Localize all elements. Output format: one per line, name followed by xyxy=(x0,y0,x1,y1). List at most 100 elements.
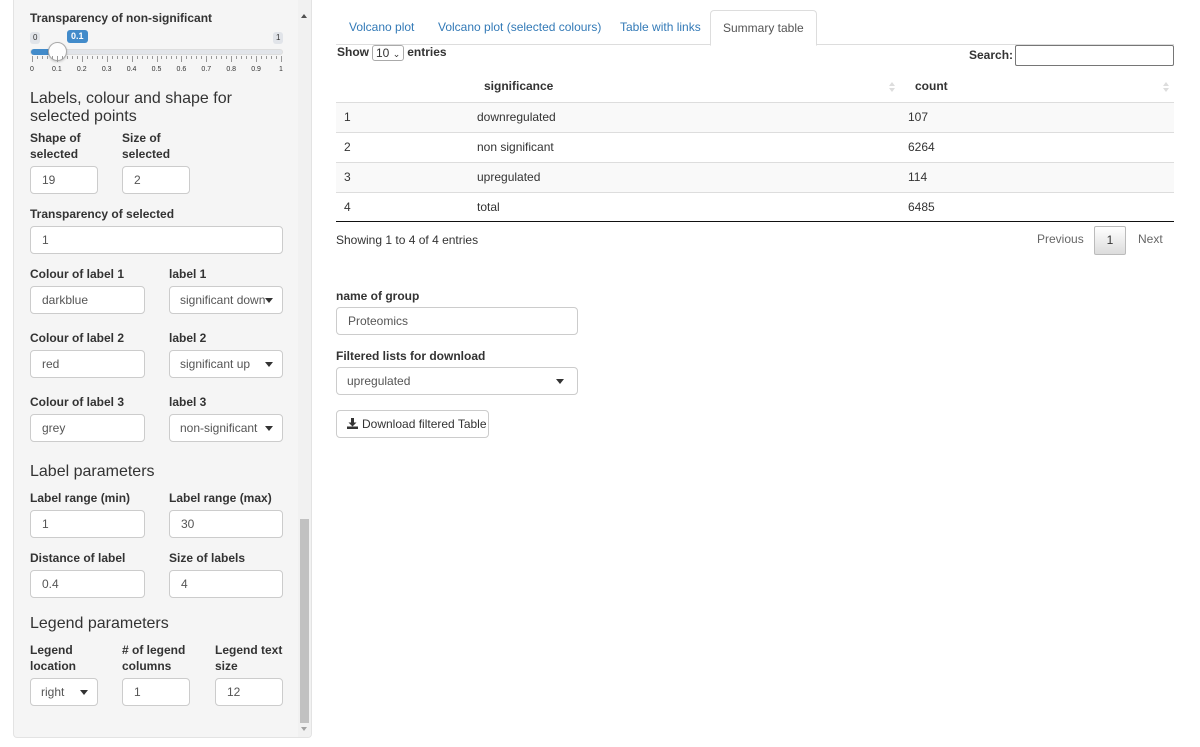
entries-length-control: Show 10 ⌄ entries xyxy=(337,45,447,61)
transparency-slider-track[interactable] xyxy=(30,49,283,55)
chevron-down-icon xyxy=(265,426,273,431)
slider-value-label: 0.1 xyxy=(67,30,88,43)
chevron-down-icon xyxy=(80,690,88,695)
sort-icon[interactable] xyxy=(889,82,895,92)
slider-minor-tick xyxy=(226,56,228,59)
table-row: 1 downregulated 107 xyxy=(336,102,1174,132)
sidebar-content: Transparency of non-significant 0 0.1 1 … xyxy=(14,0,299,737)
slider-tick xyxy=(181,56,183,62)
tab-table-with-links[interactable]: Table with links xyxy=(620,10,701,45)
download-filtered-table-button[interactable]: Download filtered Table xyxy=(336,410,489,438)
filtered-lists-value: upregulated xyxy=(347,374,411,388)
colour-label3-input[interactable]: grey xyxy=(30,414,145,442)
group-name-input[interactable]: Proteomics xyxy=(336,307,578,335)
label3-select-value: non-significant xyxy=(180,421,258,435)
significance-cell: total xyxy=(477,200,500,214)
slider-minor-tick xyxy=(86,56,88,59)
legend-columns-input[interactable]: 1 xyxy=(122,678,190,706)
tab-volcano-plot-selected-colours[interactable]: Volcano plot (selected colours) xyxy=(438,10,601,45)
slider-tick xyxy=(256,56,258,62)
scroll-up-icon[interactable] xyxy=(301,14,307,18)
slider-minor-tick xyxy=(136,56,138,59)
distance-label-input[interactable]: 0.4 xyxy=(30,570,145,598)
slider-minor-tick xyxy=(211,56,213,59)
slider-minor-tick xyxy=(191,56,193,59)
colour-label1-input[interactable]: darkblue xyxy=(30,286,145,314)
slider-max-label: 1 xyxy=(273,32,284,44)
entries-select[interactable]: 10 ⌄ xyxy=(372,45,405,61)
slider-minor-tick xyxy=(146,56,148,59)
slider-tick xyxy=(81,56,83,62)
scroll-down-icon[interactable] xyxy=(301,727,307,731)
column-header-significance[interactable]: significance xyxy=(484,72,553,102)
tab-summary-table[interactable]: Summary table xyxy=(710,10,817,46)
label2-label: label 2 xyxy=(169,331,207,345)
label-range-max-input[interactable]: 30 xyxy=(169,510,283,538)
slider-minor-tick xyxy=(246,56,248,59)
slider-minor-tick xyxy=(76,56,78,59)
slider-minor-tick xyxy=(121,56,123,59)
search-label: Search: xyxy=(969,48,1014,62)
significance-cell: non significant xyxy=(477,140,554,154)
label-range-min-label: Label range (min) xyxy=(30,491,131,505)
slider-tick xyxy=(32,56,33,62)
legend-location-label: Legend location xyxy=(30,643,77,673)
transparency-selected-label: Transparency of selected xyxy=(30,207,175,221)
selected-points-heading: Labels, colour and shape for selected po… xyxy=(30,90,232,125)
size-labels-input[interactable]: 4 xyxy=(169,570,283,598)
tab-volcano-plot[interactable]: Volcano plot xyxy=(349,10,414,45)
pagination-previous[interactable]: Previous xyxy=(1037,226,1084,254)
table-search-input[interactable] xyxy=(1015,45,1174,66)
transparency-selected-input[interactable]: 1 xyxy=(30,226,283,254)
table-row: 2 non significant 6264 xyxy=(336,132,1174,162)
count-cell: 6485 xyxy=(908,200,935,214)
slider-minor-tick xyxy=(101,56,103,59)
label2-select[interactable]: significant up xyxy=(169,350,283,378)
label-range-min-input[interactable]: 1 xyxy=(30,510,145,538)
table-row: 4 total 6485 xyxy=(336,192,1174,222)
column-header-count[interactable]: count xyxy=(915,72,948,102)
scrollbar-thumb[interactable] xyxy=(300,519,309,723)
slider-tick-label: 0.8 xyxy=(226,66,237,73)
legend-parameters-heading: Legend parameters xyxy=(30,615,169,632)
slider-minor-tick xyxy=(66,56,68,59)
label1-select[interactable]: significant down xyxy=(169,286,283,314)
slider-tick-label: 0.4 xyxy=(126,66,137,73)
row-index: 3 xyxy=(344,170,351,184)
shape-selected-input[interactable]: 19 xyxy=(30,166,98,194)
count-cell: 114 xyxy=(908,170,928,184)
legend-text-size-input[interactable]: 12 xyxy=(215,678,283,706)
sidebar-scrollbar[interactable] xyxy=(298,0,311,737)
legend-text-size-label: Legend text size xyxy=(215,643,283,673)
label1-label: label 1 xyxy=(169,267,207,281)
label3-label: label 3 xyxy=(169,395,207,409)
tab-bar: Volcano plot Volcano plot (selected colo… xyxy=(336,10,1174,46)
sort-icon[interactable] xyxy=(1163,82,1169,92)
filtered-lists-select[interactable]: upregulated xyxy=(336,367,578,395)
size-selected-input[interactable]: 2 xyxy=(122,166,190,194)
significance-cell: downregulated xyxy=(477,110,556,124)
label-range-max-label: Label range (max) xyxy=(169,491,272,505)
table-row: 3 upregulated 114 xyxy=(336,162,1174,192)
colour-label2-input[interactable]: red xyxy=(30,350,145,378)
legend-location-select[interactable]: right xyxy=(30,678,98,706)
slider-tick-label: 0 xyxy=(30,66,34,73)
slider-min-label: 0 xyxy=(30,32,41,44)
slider-minor-tick xyxy=(161,56,163,59)
slider-minor-tick xyxy=(91,56,93,59)
label3-select[interactable]: non-significant xyxy=(169,414,283,442)
slider-minor-tick xyxy=(221,56,223,59)
slider-tick-label: 0.2 xyxy=(76,66,87,73)
slider-minor-tick xyxy=(171,56,173,59)
label-parameters-heading: Label parameters xyxy=(30,463,155,480)
slider-tick-label: 0.1 xyxy=(52,66,62,73)
colour-label1-label: Colour of label 1 xyxy=(30,267,125,281)
chevron-down-icon xyxy=(556,379,564,384)
slider-minor-tick xyxy=(51,56,53,59)
slider-tick xyxy=(56,56,58,62)
slider-minor-tick xyxy=(266,56,268,59)
pagination-next[interactable]: Next xyxy=(1138,226,1163,254)
download-icon xyxy=(347,418,358,430)
legend-location-value: right xyxy=(41,685,65,699)
pagination-page-1[interactable]: 1 xyxy=(1094,226,1126,255)
